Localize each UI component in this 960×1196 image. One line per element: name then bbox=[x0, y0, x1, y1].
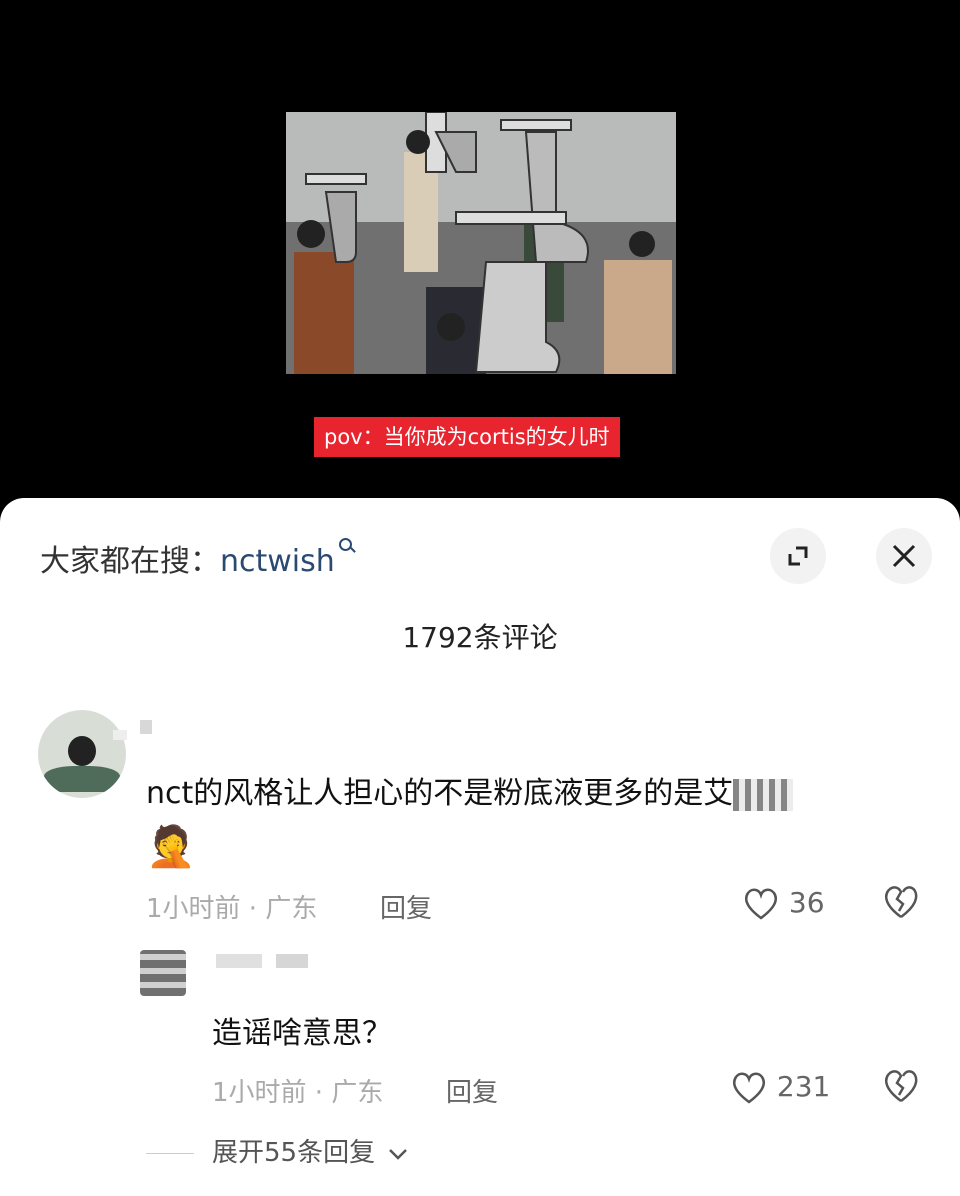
trending-search[interactable]: 大家都在搜：nctwish bbox=[40, 536, 355, 580]
username-redacted bbox=[113, 730, 127, 740]
comment-meta: 1小时前 · 广东 bbox=[146, 894, 318, 924]
reply-dislike-button[interactable] bbox=[882, 1068, 920, 1104]
search-icon bbox=[338, 538, 355, 556]
like-count: 231 bbox=[776, 1070, 831, 1103]
video-thumbnail bbox=[286, 112, 676, 374]
search-keyword[interactable]: nctwish bbox=[220, 544, 335, 579]
heart-icon bbox=[744, 888, 778, 920]
username-redacted bbox=[216, 954, 262, 968]
search-prefix: 大家都在搜： bbox=[40, 544, 220, 579]
comments-sheet: 大家都在搜：nctwish 1792条评论 nct的风格让人担心的不是粉底液更多… bbox=[0, 498, 960, 1196]
chevron-down-icon bbox=[389, 1148, 408, 1160]
reply-avatar[interactable] bbox=[140, 950, 186, 996]
expand-replies-label: 展开55条回复 bbox=[212, 1138, 376, 1168]
heart-icon bbox=[732, 1072, 766, 1104]
video-caption: pov：当你成为cortis的女儿时 bbox=[314, 417, 620, 457]
avatar[interactable] bbox=[38, 710, 126, 798]
expand-replies-button[interactable]: 展开55条回复 bbox=[146, 1132, 409, 1169]
username-redacted bbox=[140, 720, 152, 734]
expand-icon bbox=[788, 546, 808, 566]
reply-button[interactable]: 回复 bbox=[380, 888, 432, 925]
expand-button[interactable] bbox=[770, 528, 826, 584]
redacted-text bbox=[733, 778, 794, 811]
facepalm-emoji-icon: 🤦 bbox=[146, 824, 196, 870]
close-button[interactable] bbox=[876, 528, 932, 584]
reply-like-button[interactable]: 231 bbox=[730, 1070, 830, 1105]
reply-meta: 1小时前 · 广东 bbox=[212, 1078, 384, 1108]
broken-heart-icon bbox=[884, 886, 918, 919]
comment-body: nct的风格让人担心的不是粉底液更多的是艾 bbox=[146, 768, 794, 812]
like-count: 36 bbox=[788, 886, 825, 919]
reply-to-reply-button[interactable]: 回复 bbox=[446, 1072, 498, 1109]
close-icon bbox=[892, 544, 916, 568]
video-player[interactable]: pov：当你成为cortis的女儿时 bbox=[0, 0, 960, 500]
comment-count-title: 1792条评论 bbox=[402, 621, 558, 654]
divider-line bbox=[146, 1153, 194, 1154]
reply-body: 造谣啥意思？ bbox=[212, 1016, 392, 1051]
username-redacted bbox=[276, 954, 308, 968]
broken-heart-icon bbox=[884, 1070, 918, 1103]
comment-text: nct的风格让人担心的不是粉底液更多的是艾 bbox=[146, 776, 734, 811]
dislike-button[interactable] bbox=[882, 884, 920, 920]
like-button[interactable]: 36 bbox=[742, 886, 825, 921]
